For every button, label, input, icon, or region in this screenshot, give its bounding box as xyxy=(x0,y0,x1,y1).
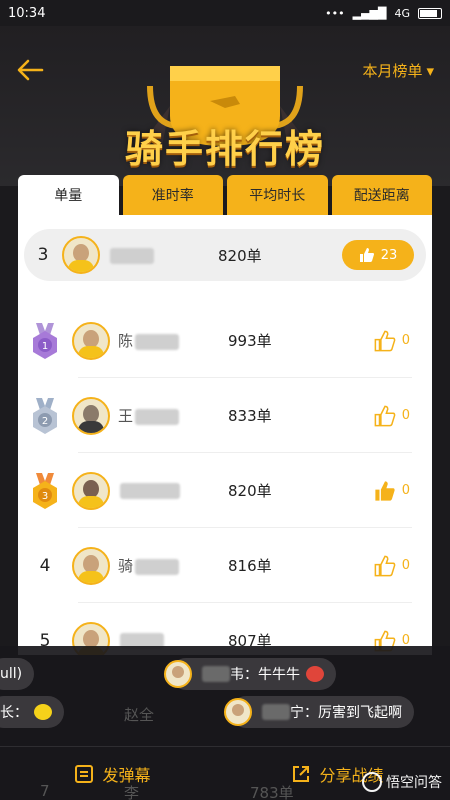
table-row: 4 骑 816单 0 xyxy=(18,528,432,603)
back-arrow-icon[interactable] xyxy=(16,58,44,82)
avatar[interactable] xyxy=(72,321,110,360)
like-count: 0 xyxy=(401,408,410,423)
devil-emoji-icon xyxy=(306,666,324,682)
rider-name: 骑 xyxy=(118,555,228,576)
status-time: 10:34 xyxy=(8,5,46,21)
status-icons: ••• ▂▄▆█ 4G xyxy=(325,7,442,20)
svg-text:2: 2 xyxy=(42,416,48,427)
danmaku-overlay: ull) 韦：牛牛牛 长： 宁：厉害到飞起啊 赵全 7 李 783单 发弹幕 分… xyxy=(0,646,450,800)
danmaku-text: 长： xyxy=(0,705,28,721)
more-dots-icon: ••• xyxy=(325,6,345,20)
order-count: 820单 xyxy=(228,482,272,500)
rider-name: 陈 xyxy=(118,330,228,351)
watermark: 悟空问答 xyxy=(362,772,442,792)
order-count: 816单 xyxy=(228,557,272,575)
tab-distance[interactable]: 配送距离 xyxy=(331,175,432,215)
caret-down-icon: ▾ xyxy=(426,61,434,80)
like-button[interactable]: 0 xyxy=(374,480,410,502)
table-row: 3 820单 0 xyxy=(18,453,432,528)
network-type: 4G xyxy=(394,6,410,20)
thumbs-up-filled-icon xyxy=(375,480,395,501)
my-like-count: 23 xyxy=(380,247,398,263)
like-count: 0 xyxy=(401,558,410,573)
avatar[interactable] xyxy=(62,236,100,274)
danmaku-bubble: ull) xyxy=(0,658,35,690)
my-orders: 820单 xyxy=(218,246,262,265)
watermark-text: 悟空问答 xyxy=(386,775,442,791)
table-row: 1 陈 993单 0 xyxy=(18,303,432,378)
avatar xyxy=(164,660,192,688)
like-button[interactable]: 0 xyxy=(374,405,410,427)
avatar[interactable] xyxy=(72,471,110,510)
thumbs-up-outline-icon xyxy=(374,555,396,576)
danmaku-bubble: 长： xyxy=(0,696,64,728)
danmaku-text: 韦：牛牛牛 xyxy=(230,667,300,683)
svg-text:1: 1 xyxy=(42,341,48,352)
wukong-logo-icon xyxy=(362,772,382,792)
tab-bar: 单量 准时率 平均时长 配送距离 xyxy=(18,175,432,215)
my-rank-row: 3 820单 23 xyxy=(24,229,426,281)
like-button[interactable]: 0 xyxy=(374,555,410,577)
rider-name xyxy=(118,482,228,500)
tab-avg-duration[interactable]: 平均时长 xyxy=(227,175,328,215)
ranking-list[interactable]: 3 820单 23 1 陈 993单 0 2 王 833单 0 3 820单 0… xyxy=(18,215,432,655)
battery-icon xyxy=(418,7,442,19)
like-button[interactable]: 0 xyxy=(374,330,410,352)
my-rank: 3 xyxy=(37,245,49,265)
tab-orders[interactable]: 单量 xyxy=(18,175,119,215)
order-count: 833单 xyxy=(228,407,272,425)
like-count: 0 xyxy=(401,483,410,498)
rank-number: 4 xyxy=(39,555,51,576)
period-selector[interactable]: 本月榜单 ▾ xyxy=(362,60,434,81)
danmaku-bubble: 宁：厉害到飞起啊 xyxy=(224,696,414,728)
avatar[interactable] xyxy=(72,396,110,435)
danmaku-bubble: 韦：牛牛牛 xyxy=(164,658,336,690)
period-label: 本月榜单 xyxy=(362,62,423,80)
like-count: 0 xyxy=(401,333,410,348)
my-like-button[interactable]: 23 xyxy=(342,240,414,270)
obscured-row-text: 赵全 xyxy=(124,706,155,724)
page-title: 骑手排行榜 xyxy=(124,127,325,171)
share-icon xyxy=(293,765,310,782)
avatar[interactable] xyxy=(72,546,110,585)
thumbs-up-outline-icon xyxy=(374,330,396,351)
rider-name: 王 xyxy=(118,405,228,426)
gold-medal-icon: 1 xyxy=(18,322,72,359)
thumbs-up-outline-icon xyxy=(374,405,396,426)
bronze-medal-icon: 3 xyxy=(18,472,72,509)
svg-text:3: 3 xyxy=(42,491,48,502)
my-name xyxy=(108,246,218,264)
danmaku-text: 宁：厉害到飞起啊 xyxy=(290,705,402,721)
status-bar: 10:34 ••• ▂▄▆█ 4G xyxy=(0,0,450,26)
table-row: 2 王 833单 0 xyxy=(18,378,432,453)
send-danmaku-button[interactable]: 发弹幕 xyxy=(0,762,225,786)
header-banner: 本月榜单 ▾ 骑手排行榜 xyxy=(0,26,450,186)
order-count: 993单 xyxy=(228,332,272,350)
avatar xyxy=(224,698,252,726)
silver-medal-icon: 2 xyxy=(18,397,72,434)
comment-box-icon xyxy=(75,764,94,783)
tab-on-time-rate[interactable]: 准时率 xyxy=(122,175,223,215)
danmaku-text: ull) xyxy=(0,666,23,682)
face-emoji-icon xyxy=(34,704,52,720)
signal-icon: ▂▄▆█ xyxy=(352,6,387,20)
thumbs-up-icon xyxy=(359,248,374,262)
send-danmaku-label: 发弹幕 xyxy=(102,765,151,785)
